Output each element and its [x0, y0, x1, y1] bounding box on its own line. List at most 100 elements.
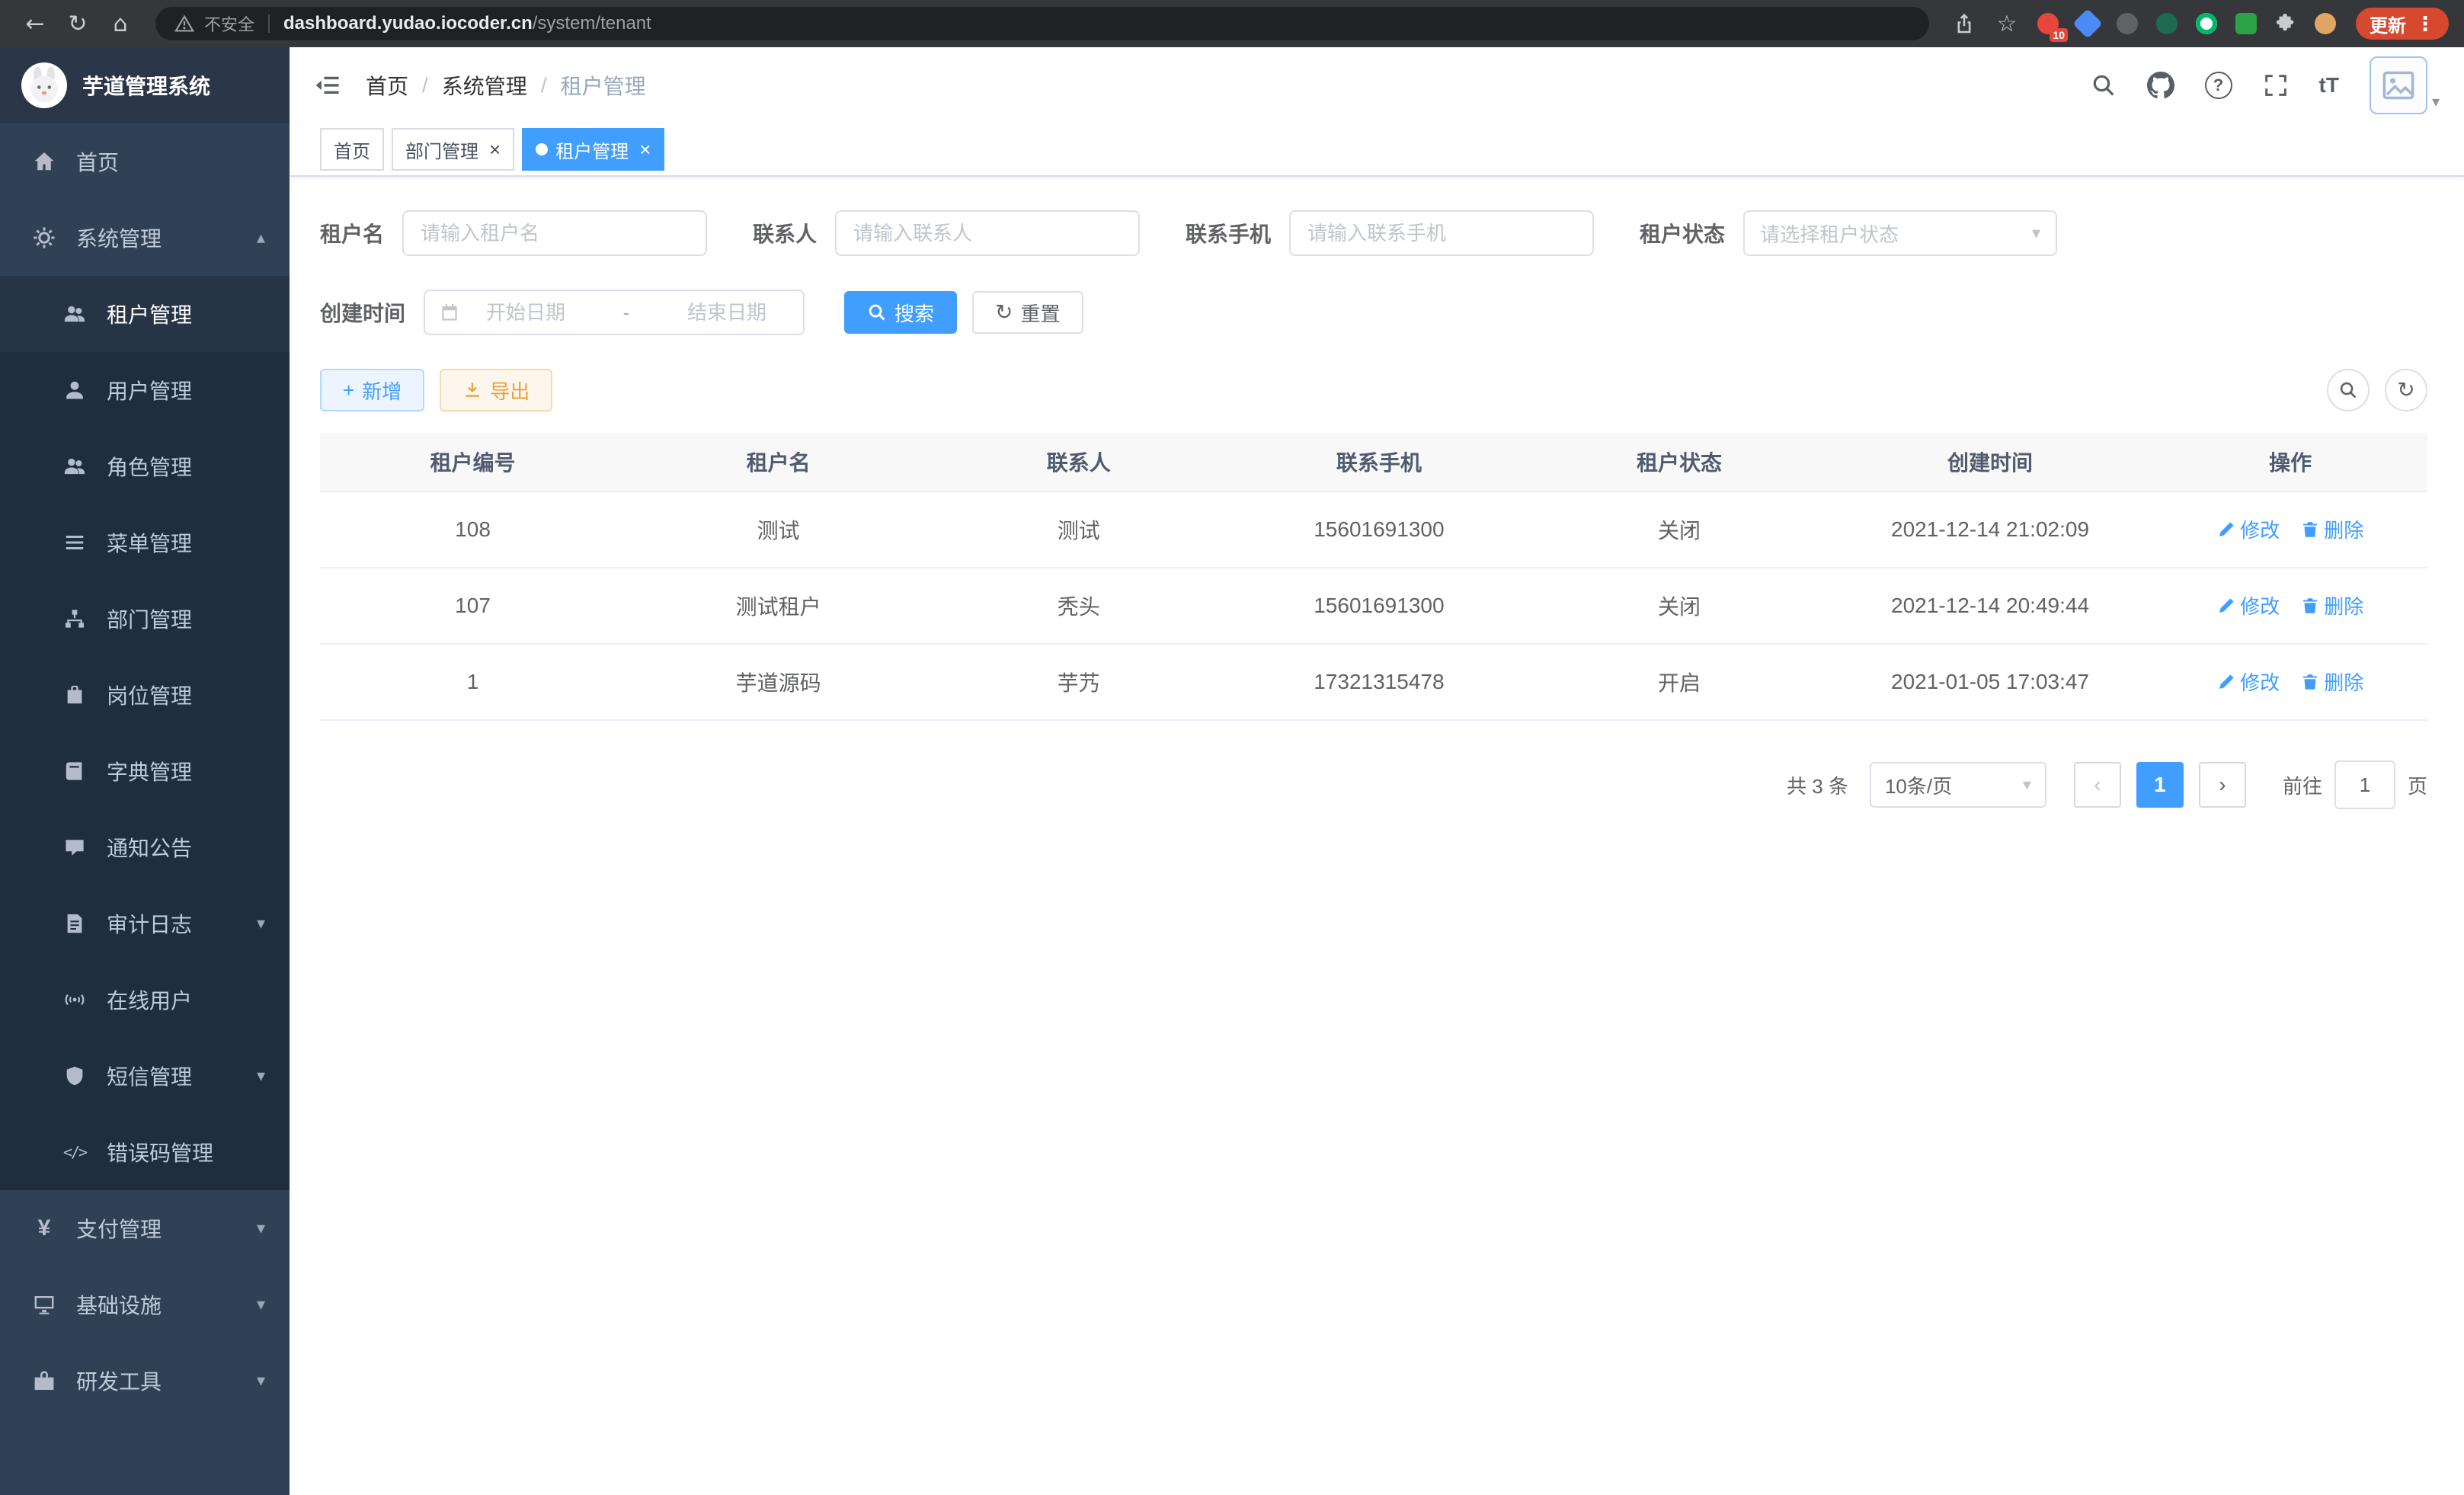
sidebar-fold-icon[interactable] — [314, 72, 341, 99]
tab-dept-management[interactable]: 部门管理 × — [392, 128, 514, 171]
sidebar-item-dept-management[interactable]: 部门管理 — [0, 581, 290, 657]
sidebar-item-dev-tools[interactable]: 研发工具 ▾ — [0, 1343, 290, 1419]
sidebar-item-role-management[interactable]: 角色管理 — [0, 428, 290, 504]
sidebar-item-payment[interactable]: ¥ 支付管理 ▾ — [0, 1190, 290, 1266]
tab-home[interactable]: 首页 — [320, 128, 384, 171]
system-submenu: 租户管理 用户管理 角色管理 菜单管理 部门管理 — [0, 276, 290, 1190]
extension-icon-2[interactable] — [2072, 8, 2103, 39]
export-button[interactable]: 导出 — [440, 369, 552, 411]
cell-tenant-name: 芋道源码 — [626, 644, 931, 720]
prev-page-button[interactable]: ‹ — [2074, 762, 2121, 808]
tags-view: 首页 部门管理 × 租户管理 × — [290, 123, 2464, 177]
fullscreen-button[interactable] — [2263, 72, 2289, 98]
trash-icon — [2301, 597, 2319, 615]
close-tab-icon[interactable]: × — [639, 139, 651, 159]
page-size-value: 10条/页 — [1885, 771, 1952, 799]
edit-label: 修改 — [2240, 591, 2280, 619]
sidebar-item-tenant-management[interactable]: 租户管理 — [0, 276, 290, 352]
sidebar-item-audit-log[interactable]: 审计日志 ▾ — [0, 885, 290, 962]
date-start-input[interactable] — [463, 299, 588, 326]
sidebar-item-system[interactable]: 系统管理 ▴ — [0, 200, 290, 276]
edit-link[interactable]: 修改 — [2217, 667, 2280, 696]
document-icon — [61, 912, 88, 935]
sidebar-item-post-management[interactable]: 岗位管理 — [0, 657, 290, 733]
field-label: 租户状态 — [1640, 218, 1725, 248]
extension-icon-4[interactable] — [2152, 8, 2182, 39]
edit-link[interactable]: 修改 — [2217, 515, 2280, 543]
field-label: 联系手机 — [1186, 218, 1271, 248]
chevron-down-icon: ▾ — [257, 1371, 265, 1391]
date-end-input[interactable] — [664, 299, 789, 326]
delete-link[interactable]: 删除 — [2301, 515, 2363, 543]
browser-reload-button[interactable]: ↻ — [58, 4, 98, 43]
app-logo[interactable]: 芋道管理系统 — [0, 47, 290, 123]
sidebar-item-error-code[interactable]: </> 错误码管理 — [0, 1114, 290, 1190]
extension-icon-6[interactable] — [2231, 8, 2261, 39]
font-size-button[interactable]: tT — [2319, 73, 2339, 98]
code-icon: </> — [61, 1143, 88, 1161]
extension-icon-1[interactable]: 10 — [2033, 8, 2063, 39]
delete-link[interactable]: 删除 — [2301, 591, 2363, 619]
extensions-menu-button[interactable] — [2270, 8, 2301, 39]
sidebar-item-user-management[interactable]: 用户管理 — [0, 352, 290, 428]
breadcrumb-current: 租户管理 — [561, 70, 646, 101]
sidebar-item-menu-management[interactable]: 菜单管理 — [0, 504, 290, 581]
share-button[interactable] — [1944, 4, 1984, 43]
date-range-picker[interactable]: - — [424, 290, 805, 335]
question-icon: ? — [2213, 75, 2223, 95]
tab-label: 租户管理 — [555, 136, 629, 163]
show-search-toggle-button[interactable] — [2327, 369, 2370, 411]
main-area: 首页 / 系统管理 / 租户管理 ? — [290, 47, 2464, 1495]
sidebar-item-notice[interactable]: 通知公告 — [0, 809, 290, 885]
total-count: 共 3 条 — [1787, 771, 1848, 799]
sidebar-item-label: 菜单管理 — [107, 527, 192, 558]
browser-home-button[interactable]: ⌂ — [101, 4, 140, 43]
next-page-button[interactable]: › — [2199, 762, 2246, 808]
goto-page-input[interactable] — [2334, 760, 2395, 809]
sidebar-item-online-user[interactable]: 在线用户 — [0, 962, 290, 1038]
sidebar-item-sms-management[interactable]: 短信管理 ▾ — [0, 1038, 290, 1114]
bookmark-button[interactable]: ☆ — [1987, 4, 2027, 43]
refresh-icon: ↻ — [2397, 379, 2414, 401]
help-button[interactable]: ? — [2205, 72, 2232, 99]
edit-link[interactable]: 修改 — [2217, 591, 2280, 619]
search-button[interactable]: 搜索 — [844, 291, 957, 334]
github-button[interactable] — [2147, 72, 2174, 99]
cell-contact: 测试 — [931, 491, 1226, 568]
status-select[interactable]: 请选择租户状态 ▾ — [1743, 210, 2057, 256]
filter-tenant-name: 租户名 — [320, 210, 707, 256]
page-number-1[interactable]: 1 — [2136, 762, 2184, 808]
extension-icon-3[interactable] — [2112, 8, 2142, 39]
chevron-down-icon: ▾ — [257, 914, 265, 933]
chevron-down-icon: ▾ — [257, 1295, 265, 1314]
header-search-button[interactable] — [2091, 72, 2117, 98]
browser-back-button[interactable]: ← — [15, 4, 55, 43]
tab-tenant-management[interactable]: 租户管理 × — [522, 128, 664, 171]
chrome-update-button[interactable]: 更新 ⋮ — [2356, 8, 2449, 40]
browser-profile-avatar[interactable] — [2310, 8, 2341, 39]
delete-link[interactable]: 删除 — [2301, 667, 2363, 696]
phone-input[interactable] — [1289, 210, 1594, 256]
close-tab-icon[interactable]: × — [489, 139, 501, 159]
page-unit-label: 页 — [2408, 771, 2427, 799]
avatar — [2370, 56, 2427, 114]
page-size-select[interactable]: 10条/页 ▾ — [1870, 762, 2046, 808]
date-range-separator: - — [591, 301, 661, 325]
address-bar[interactable]: 不安全 dashboard.yudao.iocoder.cn/system/te… — [155, 7, 1929, 40]
goto-label: 前往 — [2283, 771, 2322, 799]
user-avatar-menu[interactable]: ▾ — [2370, 56, 2440, 114]
breadcrumb-system[interactable]: 系统管理 — [442, 70, 527, 101]
contact-input[interactable] — [835, 210, 1140, 256]
table-row: 108 测试 测试 15601691300 关闭 2021-12-14 21:0… — [320, 491, 2427, 568]
extension-icon-5[interactable] — [2191, 8, 2222, 39]
sidebar-item-dict-management[interactable]: 字典管理 — [0, 733, 290, 809]
filter-status: 租户状态 请选择租户状态 ▾ — [1640, 210, 2057, 256]
reset-button[interactable]: ↻ 重置 — [972, 291, 1083, 334]
breadcrumb-home[interactable]: 首页 — [366, 70, 408, 101]
add-button[interactable]: + 新增 — [320, 369, 424, 411]
search-icon — [867, 303, 887, 322]
sidebar-item-infrastructure[interactable]: 基础设施 ▾ — [0, 1266, 290, 1343]
sidebar-item-home[interactable]: 首页 — [0, 123, 290, 200]
refresh-table-button[interactable]: ↻ — [2385, 369, 2427, 411]
tenant-name-input[interactable] — [402, 210, 707, 256]
